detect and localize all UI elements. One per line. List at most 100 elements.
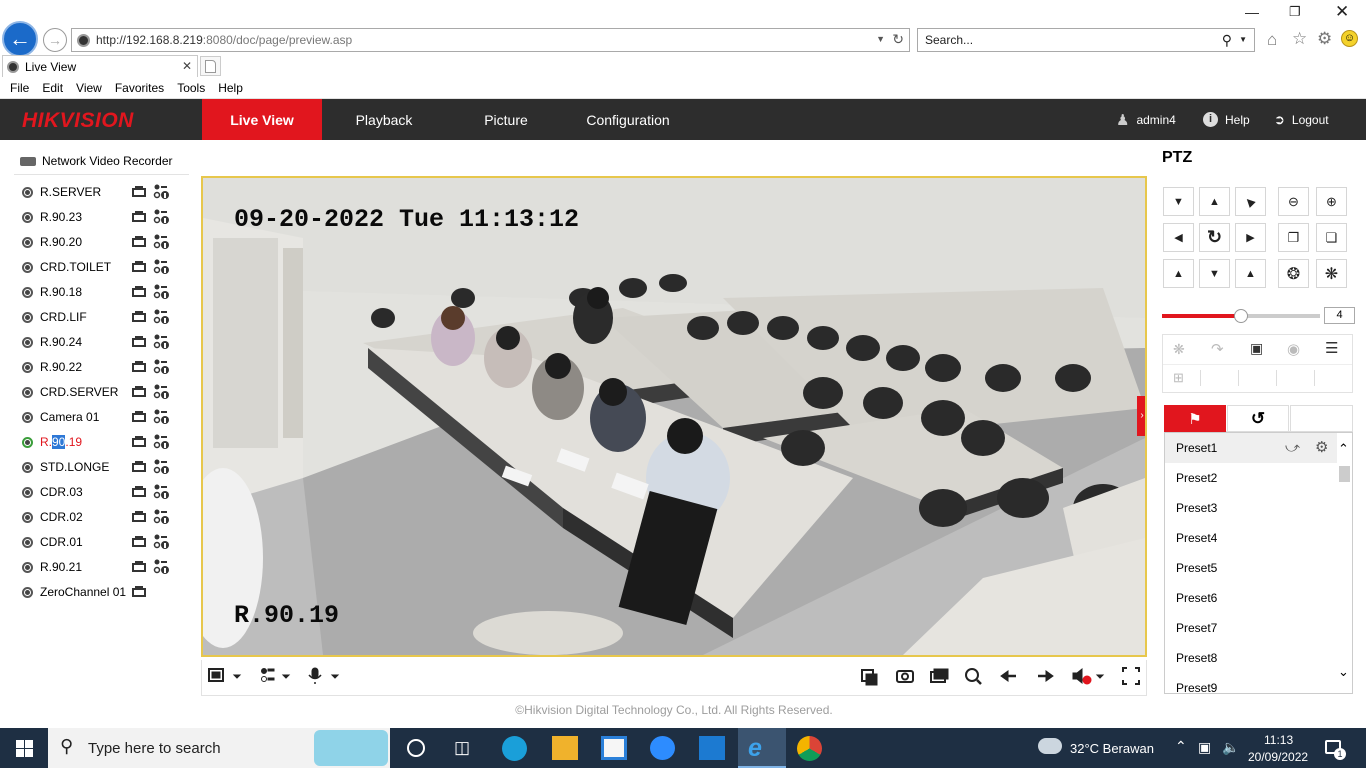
- camera-item[interactable]: CDR.02: [22, 507, 182, 527]
- stop-all-button[interactable]: [857, 664, 883, 692]
- playback-icon[interactable]: [132, 411, 146, 422]
- preset-item[interactable]: Preset5: [1165, 553, 1337, 583]
- preset-item[interactable]: Preset4: [1165, 523, 1337, 553]
- stream-select-icon[interactable]: [153, 558, 170, 575]
- ptz-down-right-button[interactable]: ▲: [1235, 259, 1266, 288]
- camera-item[interactable]: R.90.23: [22, 207, 182, 227]
- taskbar-search-input[interactable]: ⚲ Type here to search: [48, 728, 390, 768]
- capture-camera-icon[interactable]: [892, 664, 918, 692]
- ptz-up-button[interactable]: ▲: [1199, 187, 1230, 216]
- playback-icon[interactable]: [132, 211, 146, 222]
- browser-search-input[interactable]: Search... ⚲ ▼: [917, 28, 1255, 52]
- previous-page-icon[interactable]: [997, 664, 1023, 692]
- gear-icon[interactable]: ⚙: [1317, 29, 1332, 49]
- stream-select-icon[interactable]: [153, 333, 170, 350]
- playback-icon[interactable]: [132, 561, 146, 572]
- record-button[interactable]: [927, 664, 953, 692]
- weather-text[interactable]: 32°C Berawan: [1070, 741, 1154, 756]
- browser-tab[interactable]: Live View ✕: [2, 55, 198, 77]
- restore-icon[interactable]: ❐: [1289, 4, 1301, 20]
- stream-select-icon[interactable]: [153, 283, 170, 300]
- camera-item[interactable]: CDR.01: [22, 532, 182, 552]
- stream-select-icon[interactable]: [153, 308, 170, 325]
- auto-focus-icon[interactable]: ▣: [1250, 340, 1263, 357]
- preset-item[interactable]: Preset6: [1165, 583, 1337, 613]
- ptz-panel-toggle[interactable]: ›: [1137, 396, 1145, 436]
- zoom-in-button[interactable]: ⊕: [1316, 187, 1347, 216]
- microphone-button[interactable]: [304, 664, 344, 692]
- preset-item[interactable]: Preset7: [1165, 613, 1337, 643]
- forward-button[interactable]: →: [43, 28, 67, 52]
- manual-tracking-icon[interactable]: ⊞: [1173, 370, 1184, 386]
- start-windows-icon[interactable]: [16, 740, 33, 757]
- mail-icon[interactable]: [699, 736, 725, 760]
- iris-close-button[interactable]: ❋: [1316, 259, 1347, 288]
- playback-icon[interactable]: [132, 311, 146, 322]
- playback-icon[interactable]: [132, 536, 146, 547]
- clock-date[interactable]: 20/09/2022: [1248, 750, 1308, 764]
- playback-icon[interactable]: [132, 361, 146, 372]
- network-icon[interactable]: ▣: [1198, 739, 1211, 756]
- ptz-speed-slider[interactable]: [1162, 309, 1320, 323]
- scroll-thumb[interactable]: [1339, 466, 1350, 482]
- call-preset-icon[interactable]: ⤻: [1285, 439, 1300, 456]
- volume-mute-icon[interactable]: [1068, 664, 1108, 692]
- playback-icon[interactable]: [132, 186, 146, 197]
- dropdown-icon[interactable]: ▼: [876, 34, 885, 44]
- preset-item[interactable]: Preset3: [1165, 493, 1337, 523]
- stream-select-icon[interactable]: [153, 258, 170, 275]
- tab-live-view[interactable]: Live View: [202, 99, 322, 140]
- ptz-down-left-2-button[interactable]: ▲: [1163, 259, 1194, 288]
- stream-select-icon[interactable]: [153, 233, 170, 250]
- tab-configuration[interactable]: Configuration: [568, 99, 688, 140]
- playback-icon[interactable]: [132, 586, 146, 597]
- menu-file[interactable]: File: [10, 81, 29, 95]
- scroll-up-icon[interactable]: ⌃: [1338, 441, 1349, 457]
- stream-select-icon[interactable]: [153, 458, 170, 475]
- tab-patrols[interactable]: ↺: [1227, 405, 1289, 432]
- digital-zoom-icon[interactable]: [962, 664, 988, 692]
- preset-item[interactable]: Preset9: [1165, 673, 1337, 693]
- playback-icon[interactable]: [132, 486, 146, 497]
- camera-item[interactable]: CRD.SERVER: [22, 382, 182, 402]
- menu-icon[interactable]: ☰: [1325, 339, 1338, 357]
- camera-item[interactable]: R.90.18: [22, 282, 182, 302]
- camera-item[interactable]: STD.LONGE: [22, 457, 182, 477]
- preset-item[interactable]: Preset2: [1165, 463, 1337, 493]
- zoom-app-icon[interactable]: [650, 736, 675, 760]
- stream-select-icon[interactable]: [153, 508, 170, 525]
- ptz-down-left-button[interactable]: ▼: [1163, 187, 1194, 216]
- ptz-down-button[interactable]: ▼: [1199, 259, 1230, 288]
- ptz-left-button[interactable]: ◀: [1163, 223, 1194, 252]
- speed-slider-handle[interactable]: [1234, 309, 1248, 323]
- refresh-icon[interactable]: ↻: [892, 31, 904, 48]
- stream-select-icon[interactable]: [153, 358, 170, 375]
- preset-settings-icon[interactable]: ⚙: [1315, 438, 1328, 456]
- cortana-icon[interactable]: [407, 739, 425, 757]
- stream-select-icon[interactable]: [153, 533, 170, 550]
- focus-near-button[interactable]: ❐: [1278, 223, 1309, 252]
- scroll-down-icon[interactable]: ⌄: [1338, 664, 1349, 680]
- stream-select-icon[interactable]: [153, 183, 170, 200]
- menu-help[interactable]: Help: [218, 81, 243, 95]
- search-icon[interactable]: ⚲: [1222, 32, 1232, 49]
- menu-view[interactable]: View: [76, 81, 102, 95]
- ptz-right-button[interactable]: ▶: [1235, 223, 1266, 252]
- camera-item[interactable]: R.90.24: [22, 332, 182, 352]
- wiper-icon[interactable]: ↷: [1211, 340, 1224, 358]
- minimize-icon[interactable]: —: [1245, 4, 1259, 20]
- next-page-icon[interactable]: [1032, 664, 1058, 692]
- new-tab-button[interactable]: [200, 56, 221, 76]
- playback-icon[interactable]: [132, 436, 146, 447]
- playback-icon[interactable]: [132, 336, 146, 347]
- preset-item[interactable]: Preset8: [1165, 643, 1337, 673]
- volume-icon[interactable]: 🔈: [1222, 739, 1239, 756]
- playback-icon[interactable]: [132, 511, 146, 522]
- logout-link[interactable]: ➲ Logout: [1274, 99, 1329, 140]
- window-layout-button[interactable]: [206, 664, 244, 692]
- camera-item[interactable]: CRD.TOILET: [22, 257, 182, 277]
- fullscreen-icon[interactable]: [1118, 664, 1144, 692]
- tab-presets[interactable]: ⚑: [1164, 405, 1226, 432]
- smiley-icon[interactable]: ☺: [1341, 30, 1358, 47]
- stream-select-icon[interactable]: [153, 433, 170, 450]
